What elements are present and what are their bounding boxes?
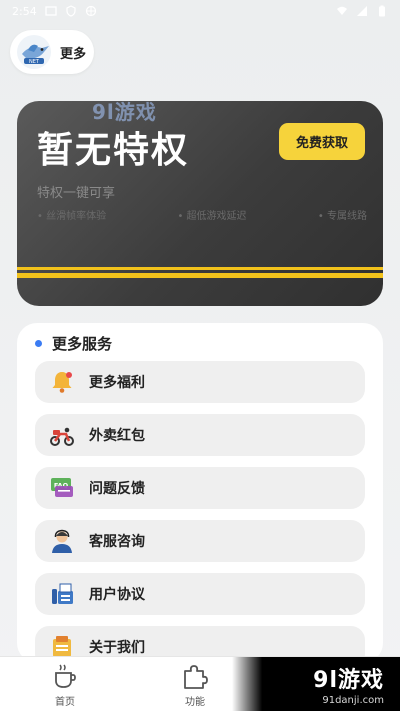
bullet-dot xyxy=(35,340,42,347)
bird-logo-icon: NET xyxy=(17,35,51,69)
shield-icon xyxy=(66,5,76,17)
service-label: 外卖红包 xyxy=(89,428,145,444)
service-label: 客服咨询 xyxy=(89,534,145,550)
status-bar: 2:54 xyxy=(0,0,400,22)
stripe-line xyxy=(17,273,383,278)
tab-label: 功能 xyxy=(185,696,205,708)
svg-text:NET: NET xyxy=(29,59,40,65)
feature-item: 超低游戏延迟 xyxy=(177,207,247,222)
feature-item: 专属线路 xyxy=(318,207,367,222)
bell-icon xyxy=(52,372,72,393)
brand-url: 91danji.com xyxy=(322,695,384,706)
support-agent-icon xyxy=(52,529,72,553)
faq-icon: FAQ xyxy=(51,478,73,497)
wifi-icon xyxy=(337,6,347,15)
page-title: 更多 xyxy=(60,46,87,62)
services-header: 更多服务 xyxy=(35,333,112,354)
services-card: 更多服务 更多福利 外卖红包 FAQ 问题反馈 客服咨询 用户协议 关于我们 xyxy=(17,323,383,668)
service-item-welfare[interactable]: 更多福利 xyxy=(35,361,365,403)
brand-name: 9l游戏 xyxy=(313,668,384,693)
scooter-icon xyxy=(50,427,74,446)
coffee-cup-icon xyxy=(55,664,76,688)
clock: 2:54 xyxy=(12,4,37,18)
tab-home[interactable]: 首页 xyxy=(0,657,130,711)
grid-icon xyxy=(85,5,96,17)
header-pill: NET 更多 xyxy=(10,30,94,74)
free-get-button[interactable]: 免费获取 xyxy=(279,123,365,160)
tab-label: 首页 xyxy=(55,696,75,708)
services-title: 更多服务 xyxy=(52,335,113,353)
service-item-agreement[interactable]: 用户协议 xyxy=(35,573,365,615)
privilege-subtitle: 特权一键可享 xyxy=(37,186,116,201)
service-label: 问题反馈 xyxy=(89,481,145,497)
fax-icon xyxy=(52,583,73,604)
puzzle-icon xyxy=(184,664,208,689)
service-label: 关于我们 xyxy=(89,640,145,656)
privilege-card: 暂无特权 免费获取 特权一键可享 丝滑帧率体验 超低游戏延迟 专属线路 xyxy=(17,101,383,306)
feature-item: 丝滑帧率体验 xyxy=(37,207,106,222)
service-label: 更多福利 xyxy=(89,375,145,391)
signal-icon xyxy=(357,6,367,16)
service-item-takeout[interactable]: 外卖红包 xyxy=(35,414,365,456)
privilege-title: 暂无特权 xyxy=(37,130,190,171)
service-item-support[interactable]: 客服咨询 xyxy=(35,520,365,562)
watermark-text: 9l游戏 xyxy=(92,100,157,124)
photo-icon xyxy=(45,6,57,16)
service-label: 用户协议 xyxy=(89,587,145,603)
battery-icon xyxy=(379,5,385,17)
service-item-feedback[interactable]: FAQ 问题反馈 xyxy=(35,467,365,509)
brand-watermark: 9l游戏 91danji.com xyxy=(232,657,400,711)
privilege-features: 丝滑帧率体验 超低游戏延迟 专属线路 xyxy=(37,207,367,222)
stripe-line xyxy=(17,267,383,270)
